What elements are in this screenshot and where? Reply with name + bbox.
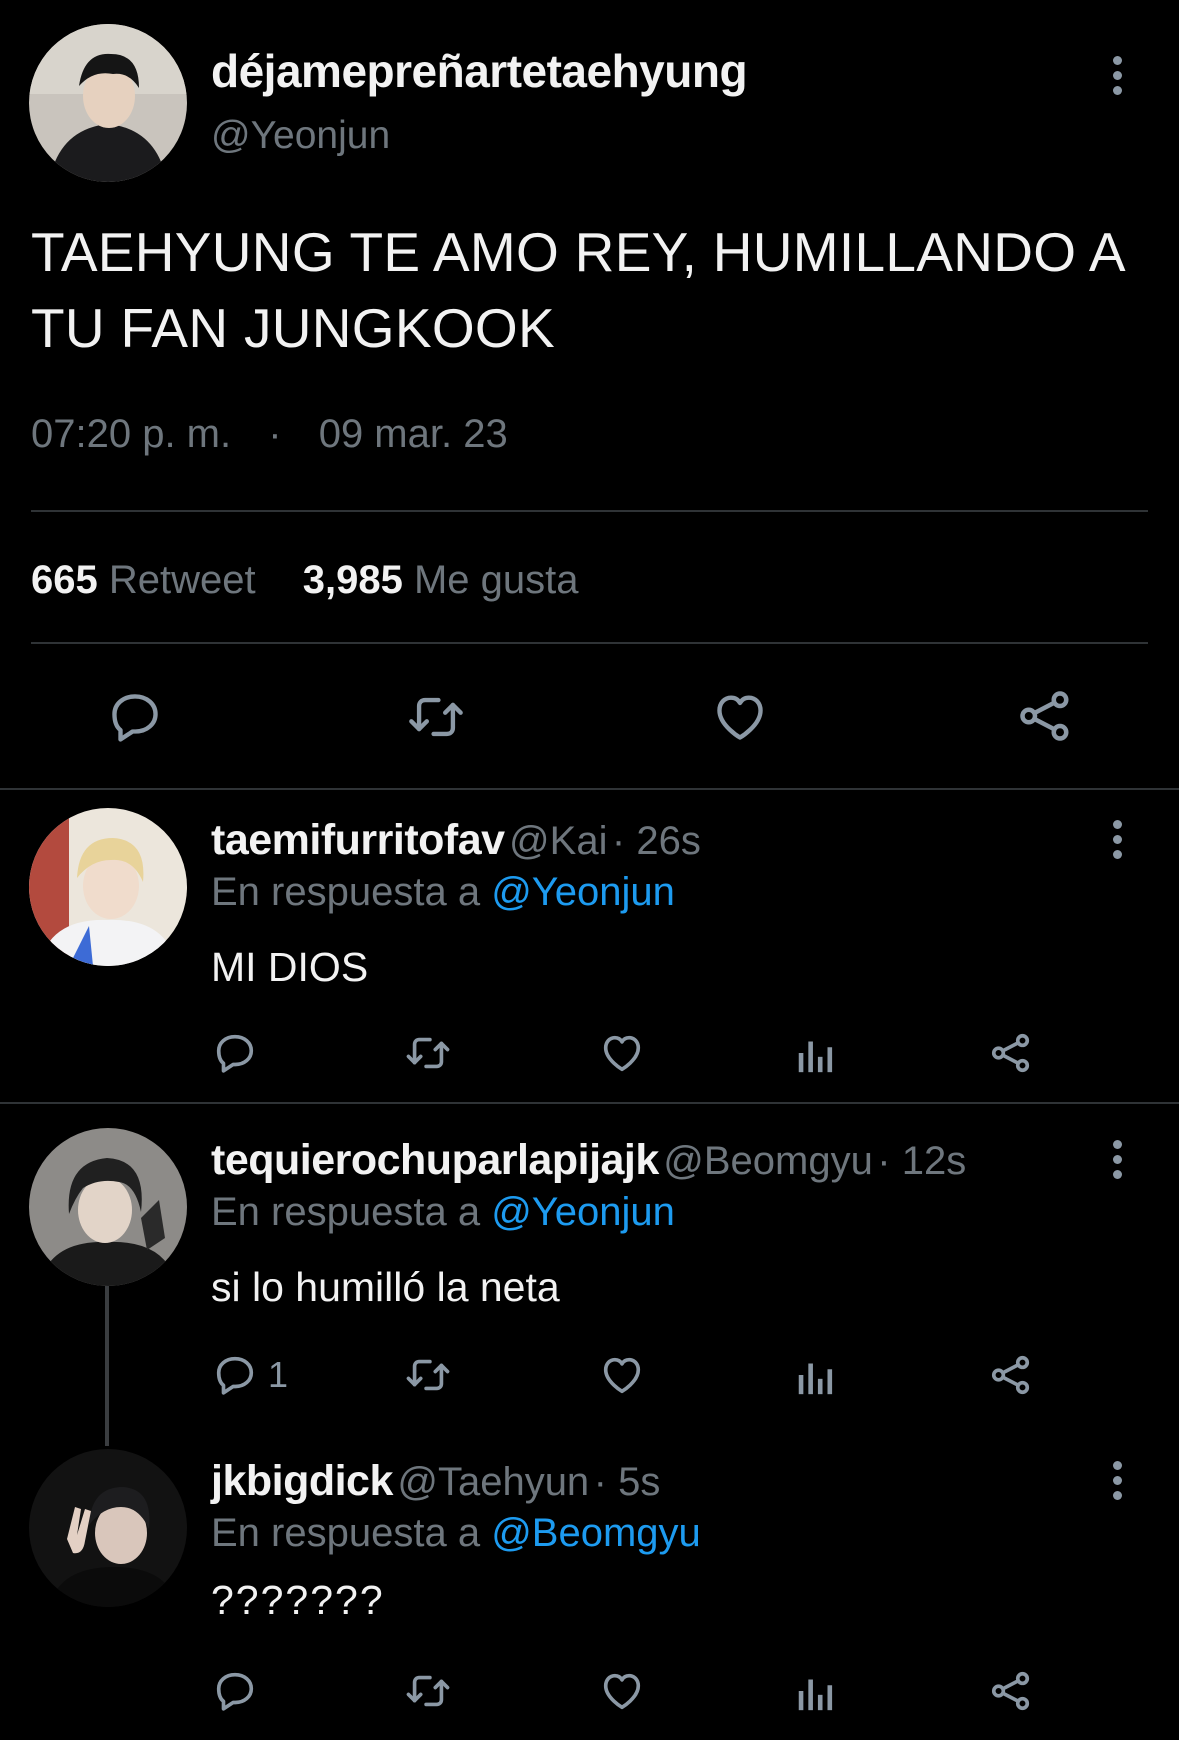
reply-icon[interactable] xyxy=(212,1668,258,1714)
retweet-icon[interactable] xyxy=(402,1668,454,1714)
reply-prefix: En respuesta a xyxy=(211,1511,481,1555)
more-options-icon[interactable] xyxy=(1107,1461,1127,1505)
analytics-icon[interactable] xyxy=(796,1030,836,1076)
reply-count: 1 xyxy=(268,1354,289,1395)
reply-avatar[interactable] xyxy=(29,1128,187,1286)
author-display-name[interactable]: déjamepreñartetaehyung xyxy=(211,44,748,98)
likes-stat[interactable]: 3,985 Me gusta xyxy=(303,558,579,602)
retweets-label: Retweet xyxy=(108,558,256,602)
divider xyxy=(0,788,1179,790)
reply-to-link[interactable]: @Yeonjun xyxy=(491,1190,675,1234)
reply-time: · 26s xyxy=(611,819,701,863)
reply-text: ??????? xyxy=(211,1577,385,1623)
reply-handle[interactable]: @Beomgyu xyxy=(663,1139,873,1183)
reply-avatar[interactable] xyxy=(29,1449,187,1607)
retweets-stat[interactable]: 665 Retweet xyxy=(31,558,256,602)
reply-display-name[interactable]: jkbigdick xyxy=(211,1457,393,1505)
tweet-text: TAEHYUNG TE AMO REY, HUMILLANDO A TU FAN… xyxy=(31,221,1123,359)
reply-prefix: En respuesta a xyxy=(211,1190,481,1234)
reply-header: taemifurritofav @Kai · 26s xyxy=(211,816,701,865)
reply-prefix: En respuesta a xyxy=(211,870,481,914)
divider xyxy=(31,642,1148,644)
reply-to-link[interactable]: @Beomgyu xyxy=(491,1511,701,1555)
like-icon[interactable] xyxy=(711,688,769,746)
reply-context: En respuesta a @Yeonjun xyxy=(211,1190,675,1235)
author-handle[interactable]: @Yeonjun xyxy=(211,114,390,158)
share-icon[interactable] xyxy=(1015,686,1075,746)
reply-handle[interactable]: @Kai xyxy=(509,819,607,863)
retweet-icon[interactable] xyxy=(402,1030,454,1076)
reply-header: tequierochuparlapijajk @Beomgyu · 12s xyxy=(211,1136,966,1185)
tweet-date: 09 mar. 23 xyxy=(318,412,508,456)
main-avatar[interactable] xyxy=(29,24,187,182)
timestamp-separator: · xyxy=(268,412,282,456)
likes-label: Me gusta xyxy=(413,558,579,602)
reply-time: · 5s xyxy=(593,1460,661,1504)
like-icon[interactable] xyxy=(599,1352,645,1398)
retweets-count: 665 xyxy=(31,558,98,602)
share-icon[interactable] xyxy=(988,1030,1034,1076)
retweet-icon[interactable] xyxy=(404,688,468,746)
more-options-icon[interactable] xyxy=(1107,1140,1127,1184)
reply-text: si lo humilló la neta xyxy=(211,1264,560,1310)
reply-display-name[interactable]: tequierochuparlapijajk xyxy=(211,1136,659,1184)
reply-context: En respuesta a @Beomgyu xyxy=(211,1511,701,1556)
retweet-icon[interactable] xyxy=(402,1352,454,1398)
more-options-icon[interactable] xyxy=(1107,56,1127,100)
reply-icon[interactable] xyxy=(106,688,164,746)
like-icon[interactable] xyxy=(599,1668,645,1714)
reply-icon[interactable] xyxy=(212,1352,258,1398)
divider xyxy=(31,510,1148,512)
reply-text: MI DIOS xyxy=(211,944,369,990)
reply-display-name[interactable]: taemifurritofav xyxy=(211,816,505,864)
reply-to-link[interactable]: @Yeonjun xyxy=(491,870,675,914)
reply-avatar[interactable] xyxy=(29,808,187,966)
thread-connector xyxy=(105,1286,109,1446)
reply-icon[interactable] xyxy=(212,1030,258,1076)
reply-header: jkbigdick @Taehyun · 5s xyxy=(211,1457,660,1506)
tweet-timestamp: 07:20 p. m. · 09 mar. 23 xyxy=(31,412,508,457)
reply-time: · 12s xyxy=(877,1139,967,1183)
reply-context: En respuesta a @Yeonjun xyxy=(211,870,675,915)
analytics-icon[interactable] xyxy=(796,1668,836,1714)
like-icon[interactable] xyxy=(599,1030,645,1076)
analytics-icon[interactable] xyxy=(796,1352,836,1398)
share-icon[interactable] xyxy=(988,1352,1034,1398)
divider xyxy=(0,1102,1179,1104)
tweet-time: 07:20 p. m. xyxy=(31,412,232,456)
more-options-icon[interactable] xyxy=(1107,820,1127,864)
likes-count: 3,985 xyxy=(302,558,403,602)
share-icon[interactable] xyxy=(988,1668,1034,1714)
tweet-stats: 665 Retweet 3,985 Me gusta xyxy=(31,558,579,603)
reply-handle[interactable]: @Taehyun xyxy=(397,1460,589,1504)
